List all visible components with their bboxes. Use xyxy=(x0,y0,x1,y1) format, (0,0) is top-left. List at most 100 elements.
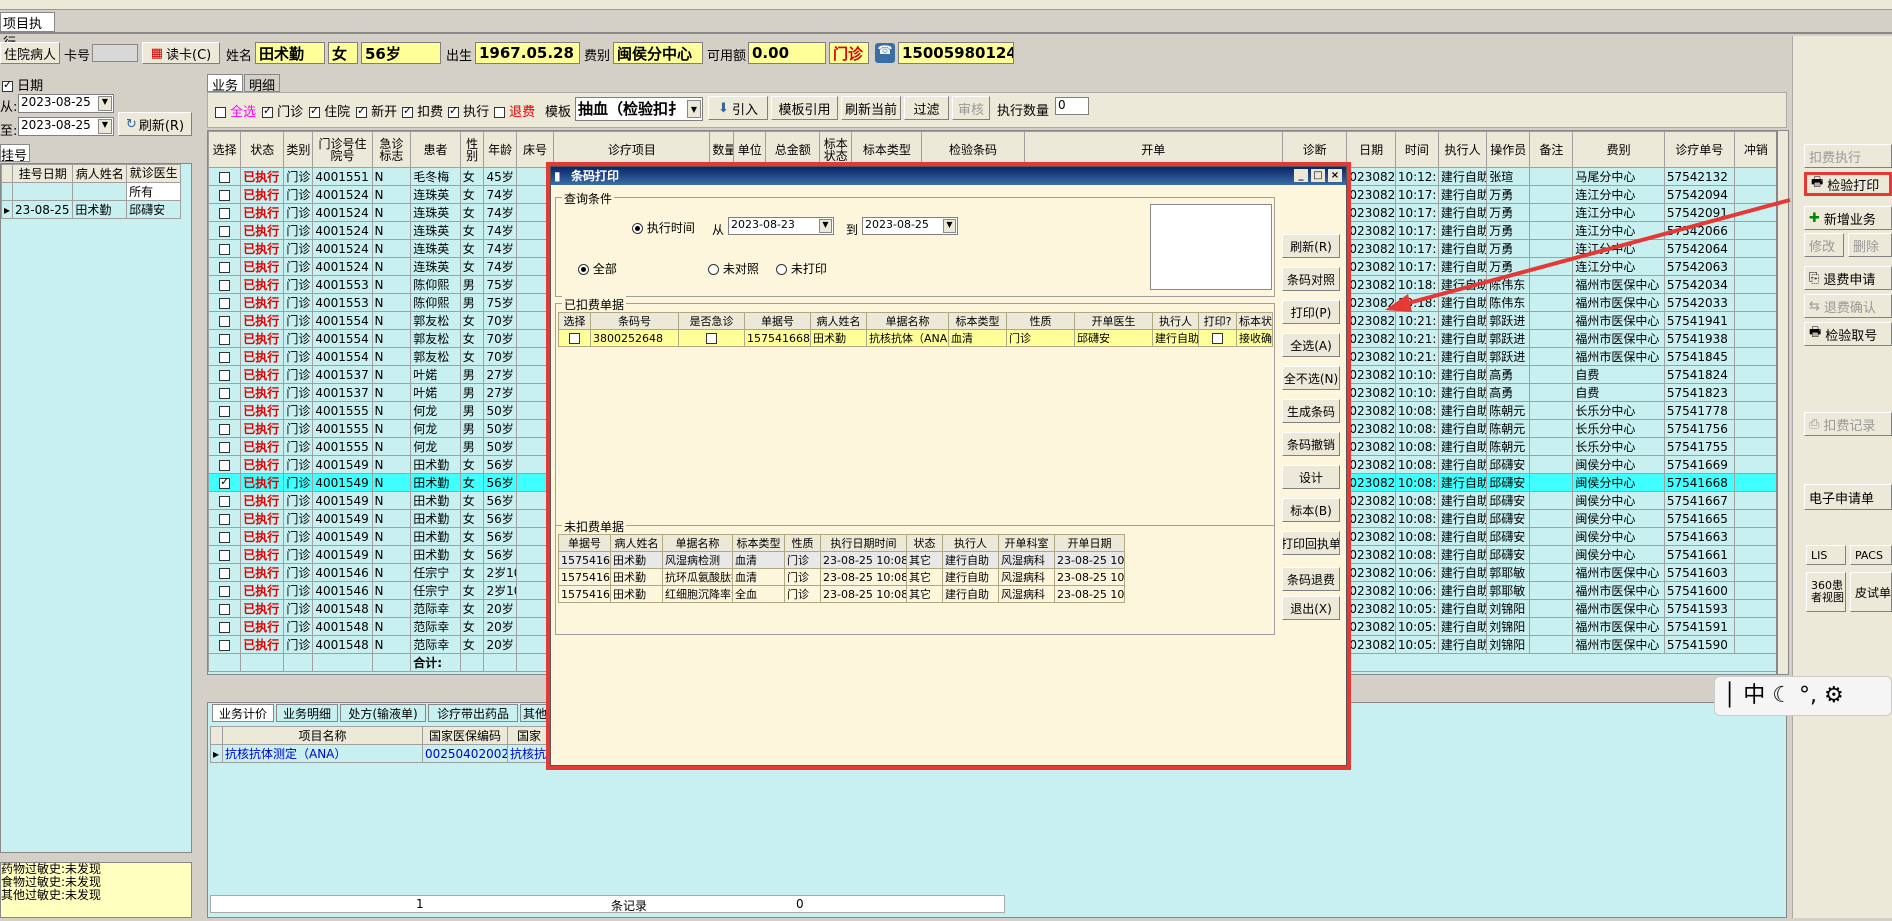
not-checked-radio[interactable]: 未对照 xyxy=(708,260,759,277)
emergency-check[interactable] xyxy=(678,329,745,347)
row-select[interactable] xyxy=(208,203,242,222)
ime-toolbar[interactable]: │ 中 ☾ °, ⚙ xyxy=(1714,676,1892,716)
barcode-match-button[interactable]: 条码对照 xyxy=(1282,267,1340,291)
pacs-button[interactable]: PACS xyxy=(1850,545,1892,565)
to-date-input[interactable]: 2023-08-25 ▼ xyxy=(18,117,114,136)
lis-button[interactable]: LIS xyxy=(1806,545,1846,565)
row-select[interactable] xyxy=(208,509,242,528)
table-row[interactable]: 157541659田术勤风湿病检测血清门诊23-08-25 10:08:5其它建… xyxy=(558,551,1125,569)
row-select[interactable] xyxy=(208,419,242,438)
row-select[interactable] xyxy=(208,563,242,582)
left-refresh-button[interactable]: ↻ 刷新(R) xyxy=(118,112,192,136)
all-row[interactable]: 所有 xyxy=(126,182,181,201)
tab-detail[interactable]: 明细 xyxy=(244,74,280,94)
table-row[interactable]: 157541666田术勤抗环瓜氨酸肽抗血清门诊23-08-25 10:08:5其… xyxy=(558,568,1125,586)
row-select[interactable] xyxy=(208,455,242,474)
design-button[interactable]: 设计 xyxy=(1282,465,1340,489)
table-row[interactable]: 3800252648 157541668 田术勤 抗核抗体（ANA 血清 门诊 … xyxy=(558,329,1273,347)
dialog-to-input[interactable]: 2023-08-25 ▼ xyxy=(862,217,958,235)
row-select[interactable] xyxy=(208,221,242,240)
refund-confirm-button[interactable]: ⇆ 退费确认 xyxy=(1804,294,1892,318)
printed-check[interactable] xyxy=(1198,329,1237,347)
read-card-button[interactable]: ▦ 读卡(C) xyxy=(142,42,220,64)
import-button[interactable]: ⬇ 引入 xyxy=(708,96,768,120)
tab-prescription[interactable]: 处方(输液单) xyxy=(340,704,426,722)
dialog-from-input[interactable]: 2023-08-23 ▼ xyxy=(728,217,834,235)
template-select[interactable]: 抽血（检验扣扌 ▼ xyxy=(575,97,703,121)
registration-tab[interactable]: 挂号 xyxy=(0,144,30,164)
row-select[interactable] xyxy=(558,329,591,347)
inpatient-button[interactable]: 住院病人 xyxy=(0,42,60,64)
chevron-down-icon[interactable]: ▼ xyxy=(98,96,112,111)
row-select[interactable] xyxy=(208,473,242,492)
inpatient-check[interactable]: 住院 xyxy=(309,101,350,120)
row-select[interactable] xyxy=(208,167,242,186)
list-item[interactable]: ▸ 23-08-25 田术勤 邱礴安 xyxy=(0,200,181,219)
row-select[interactable] xyxy=(208,383,242,402)
tab-drugs[interactable]: 诊疗带出药品 xyxy=(428,704,518,722)
tab-biz-detail[interactable]: 业务明细 xyxy=(276,704,338,722)
print-button[interactable]: 打印(P) xyxy=(1282,300,1340,324)
from-date-input[interactable]: 2023-08-25 ▼ xyxy=(18,94,114,113)
row-select[interactable] xyxy=(208,257,242,276)
tab-business[interactable]: 业务 xyxy=(207,74,243,94)
chevron-down-icon[interactable]: ▼ xyxy=(943,219,956,233)
row-select[interactable] xyxy=(208,599,242,618)
charge-record-button[interactable]: ⎙ 扣费记录 xyxy=(1804,412,1892,436)
row-select[interactable] xyxy=(208,635,242,654)
select-none-button[interactable]: 全不选(N) xyxy=(1282,366,1340,390)
minimize-icon[interactable]: _ xyxy=(1294,169,1308,182)
row-select[interactable] xyxy=(208,491,242,510)
print-lab-button[interactable]: 🖶 检验打印 xyxy=(1804,172,1892,196)
row-select[interactable] xyxy=(208,275,242,294)
refund-check[interactable]: 退费 xyxy=(494,101,535,120)
row-select[interactable] xyxy=(208,239,242,258)
delete-button[interactable]: 删除 xyxy=(1848,233,1892,257)
tab-pricing[interactable]: 业务计价 xyxy=(212,704,274,722)
patient-360-button[interactable]: 360患者视图 xyxy=(1806,572,1846,612)
chevron-down-icon[interactable]: ▼ xyxy=(819,219,832,233)
edit-button[interactable]: 修改 xyxy=(1804,233,1844,257)
close-icon[interactable]: × xyxy=(1328,169,1342,182)
row-select[interactable] xyxy=(208,293,242,312)
exec-time-radio[interactable]: 执行时间 xyxy=(632,219,695,236)
filter-button[interactable]: 过滤 xyxy=(904,96,949,120)
row-select[interactable] xyxy=(208,347,242,366)
maximize-icon[interactable]: □ xyxy=(1311,169,1325,182)
barcode-refund-button[interactable]: 条码退费 xyxy=(1282,567,1340,591)
row-select[interactable] xyxy=(208,545,242,564)
module-tab[interactable]: 项目执行 xyxy=(0,12,55,51)
exit-button[interactable]: 退出(X) xyxy=(1282,596,1340,620)
print-receipt-button[interactable]: 打印回执单 xyxy=(1282,531,1340,555)
card-input[interactable] xyxy=(92,44,138,62)
row-select[interactable] xyxy=(208,437,242,456)
exec-count-input[interactable]: 0 xyxy=(1055,97,1089,115)
refresh-button[interactable]: 刷新(R) xyxy=(1282,234,1340,258)
phone-icon[interactable]: ☎ xyxy=(875,43,895,63)
refund-apply-button[interactable]: ⎘ 退费申请 xyxy=(1804,266,1892,290)
skin-test-button[interactable]: 皮试单 xyxy=(1850,572,1892,612)
row-select[interactable] xyxy=(208,581,242,600)
row-select[interactable] xyxy=(208,527,242,546)
specimen-button[interactable]: 标本(B) xyxy=(1282,498,1340,522)
generate-barcode-button[interactable]: 生成条码 xyxy=(1282,399,1340,423)
charge-exec-button[interactable]: 扣费执行 xyxy=(1804,144,1892,168)
refresh-current-button[interactable]: 刷新当前 xyxy=(841,96,901,120)
not-printed-radio[interactable]: 未打印 xyxy=(776,260,827,277)
template-ref-button[interactable]: 模板引用 xyxy=(771,96,838,120)
new-business-button[interactable]: ✚ 新增业务 xyxy=(1804,206,1892,230)
charge-check[interactable]: 扣费 xyxy=(402,101,443,120)
all-radio[interactable]: 全部 xyxy=(578,260,617,277)
select-all-button[interactable]: 全选(A) xyxy=(1282,333,1340,357)
barcode-cancel-button[interactable]: 条码撤销 xyxy=(1282,432,1340,456)
row-select[interactable] xyxy=(208,617,242,636)
row-select[interactable] xyxy=(208,311,242,330)
clinic-check[interactable]: 门诊 xyxy=(262,101,303,120)
audit-button[interactable]: 审核 xyxy=(952,96,990,120)
new-check[interactable]: 新开 xyxy=(356,101,397,120)
row-select[interactable] xyxy=(208,401,242,420)
row-select[interactable] xyxy=(208,329,242,348)
e-apply-button[interactable]: 电子申请单 xyxy=(1804,484,1892,510)
row-select[interactable] xyxy=(208,365,242,384)
chevron-down-icon[interactable]: ▼ xyxy=(687,100,701,118)
